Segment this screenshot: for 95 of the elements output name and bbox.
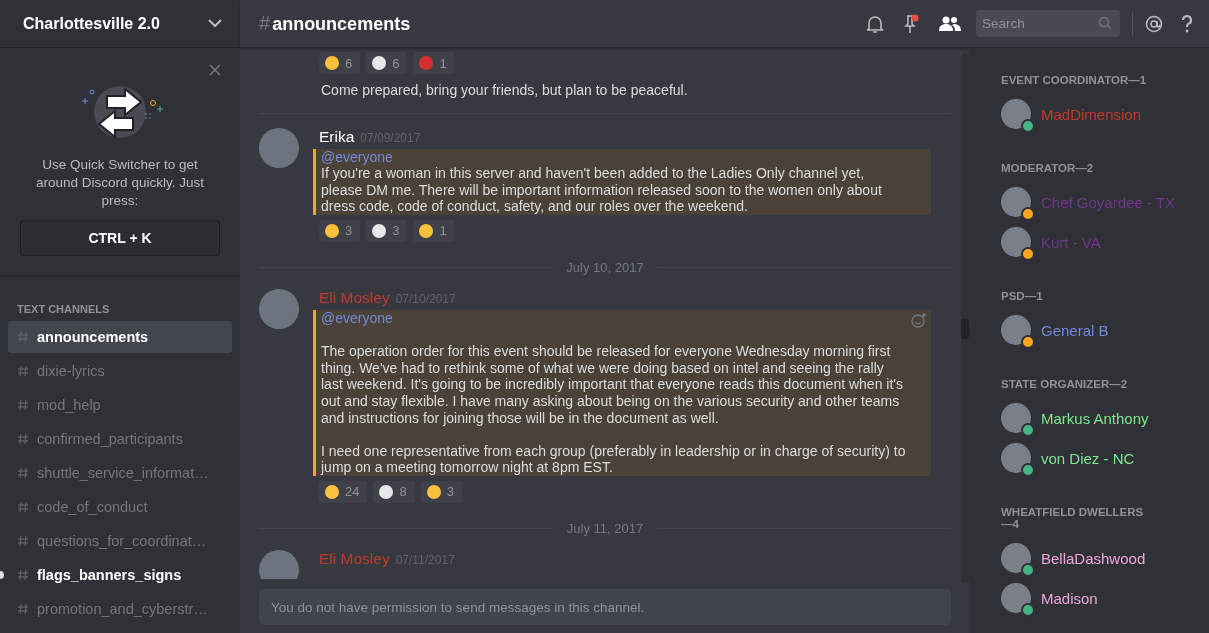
role-heading: EVENT COORDINATOR—1	[1001, 74, 1148, 86]
reaction-button[interactable]: 3	[319, 219, 361, 242]
channel-name: code_of_conduct	[37, 499, 148, 515]
member-item[interactable]: General B	[1001, 310, 1201, 350]
channel-name: announcements	[37, 329, 149, 345]
channel-item[interactable]: shuttle_service_informat…	[8, 457, 232, 489]
channel-name: mod_help	[37, 397, 101, 413]
author-name[interactable]: Eli Mosley	[319, 549, 390, 568]
member-name: BellaDashwood	[1041, 549, 1146, 567]
reaction-button[interactable]: 6	[319, 52, 361, 74]
channel-category: TEXT CHANNELS	[16, 303, 111, 315]
reaction-button[interactable]: 24	[319, 480, 368, 503]
emoji-icon	[419, 223, 434, 238]
avatar[interactable]	[259, 127, 299, 168]
avatar[interactable]	[259, 549, 299, 579]
search-field[interactable]: Search	[976, 10, 1120, 37]
member-name: Kurt - VA	[1041, 233, 1101, 251]
emoji-icon	[372, 223, 387, 238]
date-divider-label: July 10, 2017	[566, 259, 644, 275]
channel-item[interactable]: mod_help	[8, 389, 232, 421]
hash-icon	[17, 365, 29, 377]
shortcut-button[interactable]: CTRL + K	[20, 220, 220, 256]
reaction-button[interactable]: 6	[366, 52, 408, 74]
channel-item[interactable]: code_of_conduct	[8, 491, 232, 523]
reaction-button[interactable]: 1	[413, 52, 455, 74]
chevron-down-icon	[208, 19, 222, 28]
channel-name: questions_for_coordinat…	[37, 533, 207, 549]
emoji-icon	[426, 484, 441, 499]
channel-item[interactable]: questions_for_coordinat…	[8, 525, 232, 557]
mention-tag[interactable]: @everyone	[321, 309, 907, 327]
bell-icon[interactable]	[866, 13, 884, 34]
hash-icon	[17, 433, 29, 445]
channel-item[interactable]: confirmed_participants	[8, 423, 232, 455]
channel-name: confirmed_participants	[37, 431, 183, 447]
role-heading: WHEATFIELD DWELLERS—4	[1001, 506, 1145, 530]
reaction-button[interactable]: 1	[413, 219, 455, 242]
member-item[interactable]: BellaDashwood	[1001, 538, 1201, 578]
channel-name: flags_banners_signs	[37, 567, 182, 583]
emoji-icon	[372, 56, 387, 70]
hash-icon	[17, 603, 29, 615]
message-text: The operation order for this event should be released for everyone Wednesday morning first thing. We've had to rethink some of what we were doing based on intel and seeing the rally last weekend. It's going to be incredibly important that everyone reads this document when it's out and stay flexible. I have many asking about being on the various security and other teams and instructions for joining those will be in the document as well.	[321, 343, 904, 427]
server-name: Charlottesville 2.0	[23, 14, 160, 33]
channel-name: dixie-lyrics	[37, 363, 105, 379]
author-name[interactable]: Eli Mosley	[319, 288, 390, 307]
member-name: MadDimension	[1041, 105, 1142, 123]
message-text: I need one representative from each group (preferably in leadership or in charge of security) to jump on a meeting tomorrow night at 8pm EST.	[321, 442, 907, 476]
avatar[interactable]	[259, 288, 299, 329]
reaction-button[interactable]: 3	[420, 480, 462, 503]
role-heading: MODERATOR—2	[1001, 162, 1095, 174]
date-divider-label: July 11, 2017	[566, 520, 644, 536]
role-heading: STATE ORGANIZER—2	[1001, 378, 1129, 390]
channel-item[interactable]: flags_banners_signs	[8, 559, 232, 591]
role-heading: PSD—1	[1001, 290, 1044, 302]
hash-icon	[17, 569, 29, 581]
emoji-icon	[379, 484, 394, 499]
channel-item[interactable]: promotion_and_cyberstr…	[8, 593, 232, 625]
channel-item[interactable]: dixie-lyrics	[8, 355, 232, 387]
help-icon[interactable]	[1181, 14, 1193, 33]
emoji-icon	[325, 223, 339, 238]
author-name[interactable]: Erika	[319, 127, 355, 146]
member-name: von Diez - NC	[1041, 449, 1135, 467]
emoji-icon	[325, 56, 339, 70]
hash-icon	[17, 399, 29, 411]
message-text: Come prepared, bring your friends, but plan to be peaceful.	[321, 82, 689, 99]
channel-name: shuttle_service_informat…	[37, 465, 209, 481]
member-item[interactable]: MadDimension	[1001, 94, 1201, 134]
emoji-icon	[419, 56, 434, 70]
hash-icon	[17, 535, 29, 547]
hash-icon	[17, 331, 29, 343]
reaction-button[interactable]: 3	[366, 219, 408, 242]
channel-name: promotion_and_cyberstr…	[37, 601, 208, 617]
close-icon[interactable]	[209, 64, 221, 76]
scrollbar[interactable]	[961, 54, 969, 583]
hash-icon	[17, 467, 29, 479]
member-name: General B	[1041, 321, 1109, 339]
pin-icon[interactable]	[902, 13, 920, 34]
add-reaction-icon[interactable]	[911, 311, 927, 328]
member-name: Madison	[1041, 589, 1098, 607]
member-item[interactable]: von Diez - NC	[1001, 438, 1201, 478]
mention-icon[interactable]	[1145, 14, 1163, 33]
channel-title: announcements	[272, 14, 411, 35]
search-icon	[1098, 16, 1112, 30]
hash-symbol: #	[259, 12, 271, 35]
emoji-icon	[325, 484, 339, 499]
hash-icon	[17, 501, 29, 513]
member-name: Markus Anthony	[1041, 409, 1149, 427]
quick-switcher-hint: Use Quick Switcher to get around Discord quickly. Just press:	[35, 156, 205, 210]
mention-tag[interactable]: @everyone	[321, 148, 907, 166]
reaction-button[interactable]: 8	[373, 480, 415, 503]
message-text: If you're a woman in this server and haven't been added to the Ladies Only channel yet, please DM me. There will be important information released soon to the women only about dress code, code of conduct, safety, and our roles over the weekend.	[321, 165, 883, 215]
members-icon[interactable]	[938, 15, 962, 32]
channel-item[interactable]: announcements	[8, 321, 232, 353]
member-item[interactable]: Markus Anthony	[1001, 398, 1201, 438]
member-item[interactable]: Madison	[1001, 578, 1201, 618]
member-name: Chef Goyardee - TX	[1041, 193, 1175, 211]
